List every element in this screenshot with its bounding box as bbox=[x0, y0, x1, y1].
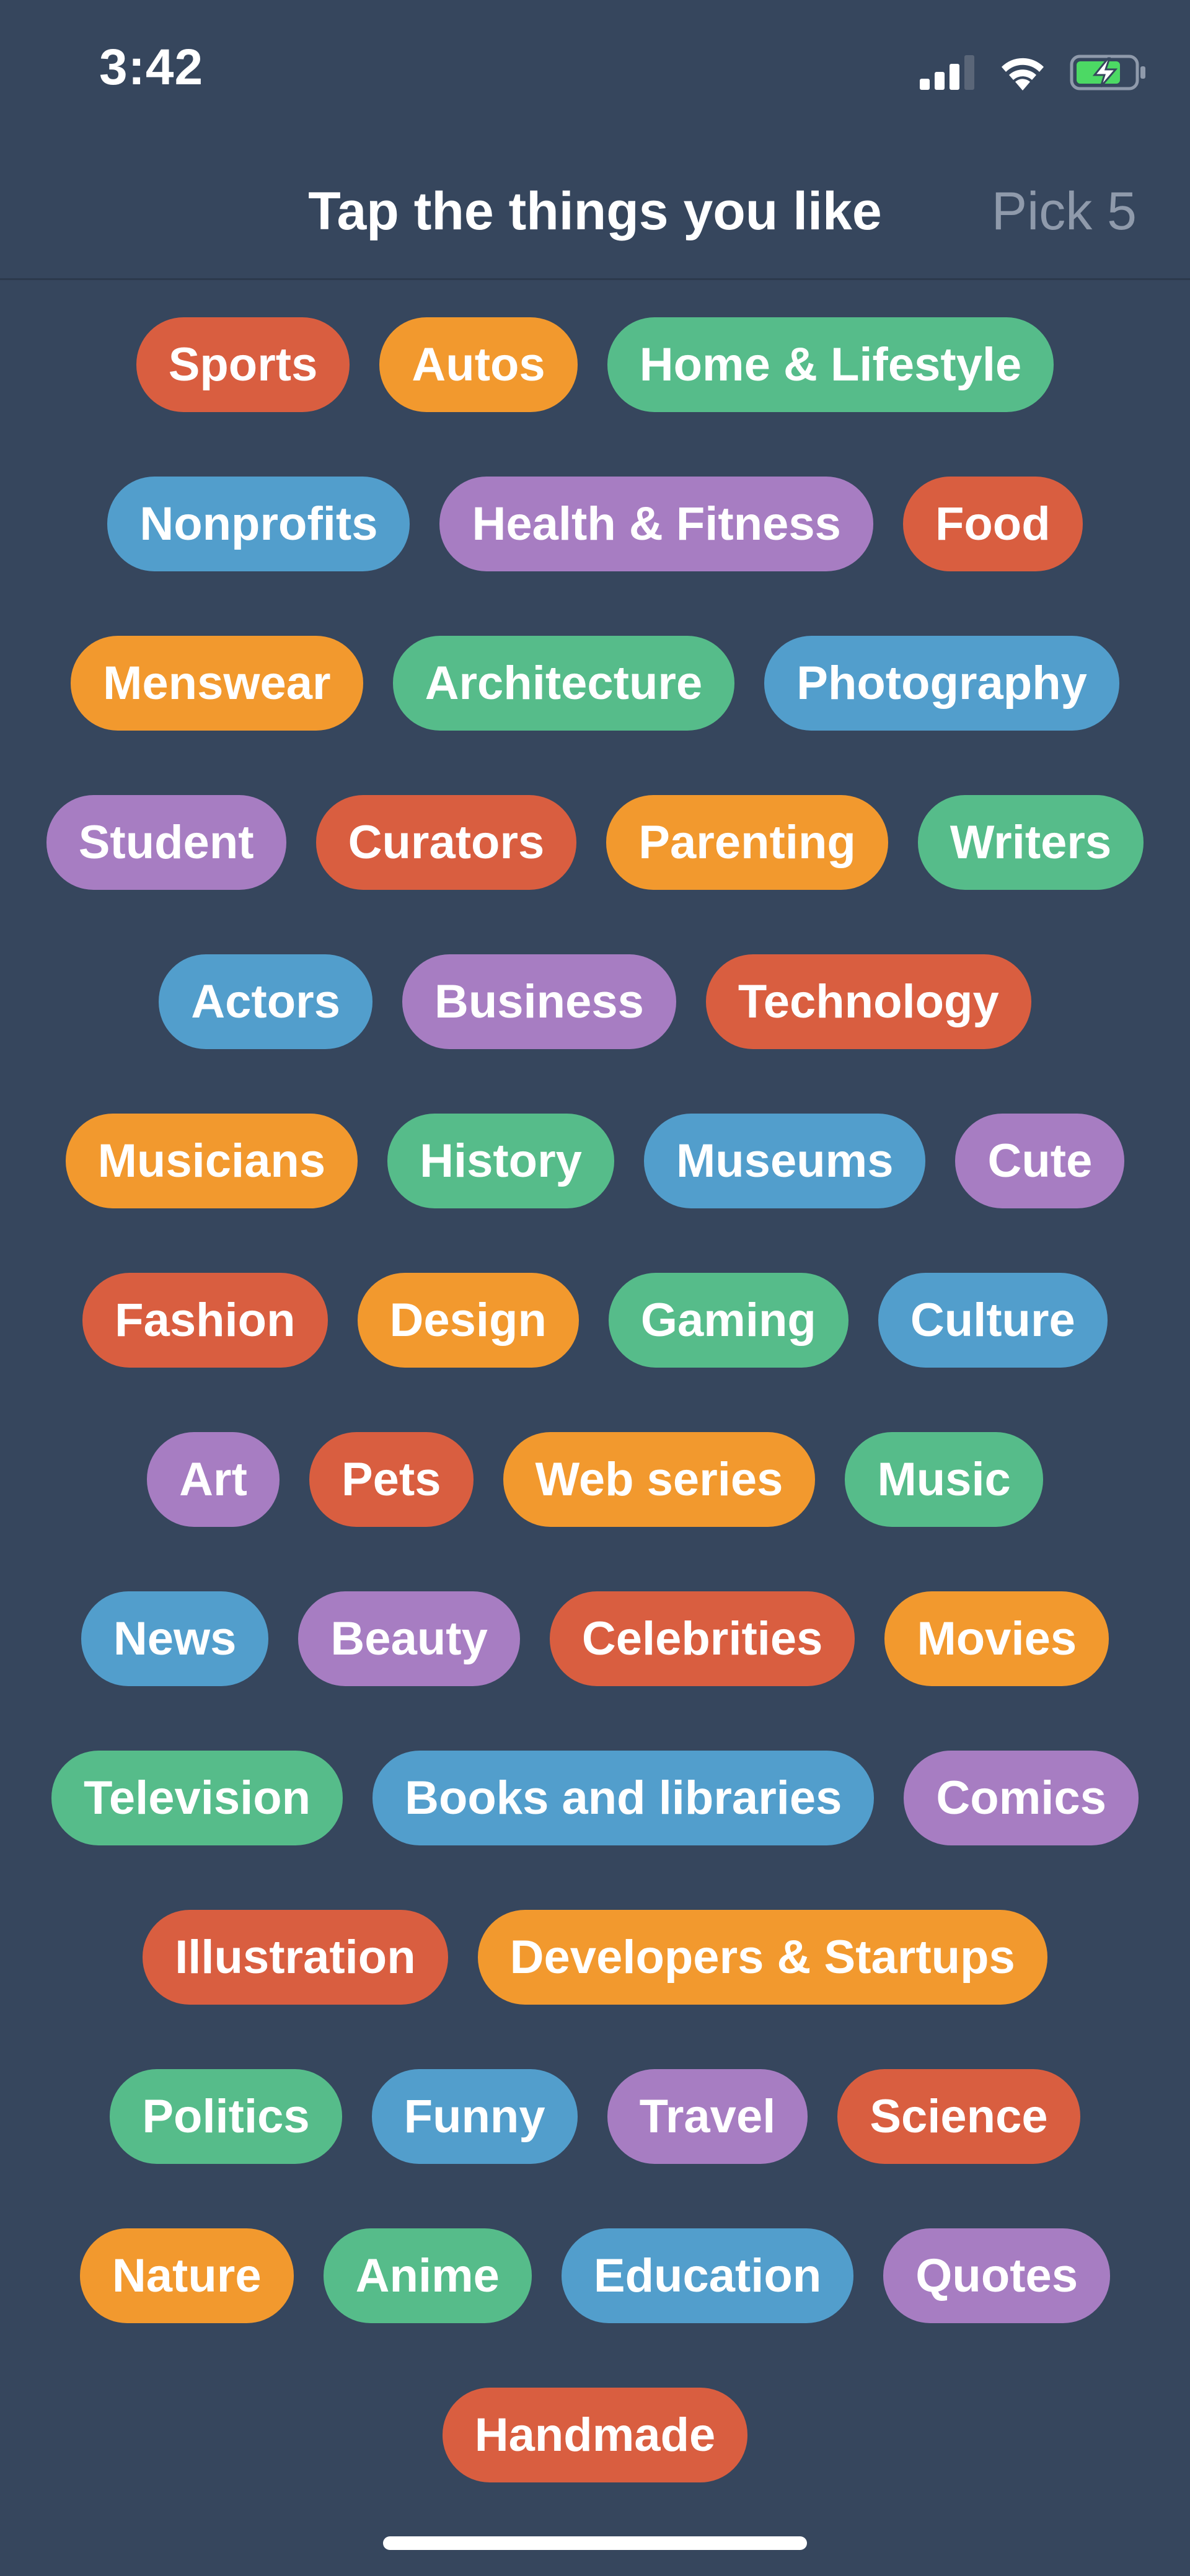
tag-pill[interactable]: Parenting bbox=[606, 795, 888, 890]
tag-pill[interactable]: Architecture bbox=[392, 636, 735, 731]
tag-pill[interactable]: History bbox=[387, 1114, 614, 1208]
tag-pill[interactable]: Movies bbox=[884, 1591, 1109, 1686]
tag-pill[interactable]: Writers bbox=[917, 795, 1144, 890]
tag-pill[interactable]: Handmade bbox=[442, 2388, 748, 2482]
tag-pill[interactable]: Photography bbox=[764, 636, 1119, 731]
status-time: 3:42 bbox=[99, 39, 204, 95]
tag-pill[interactable]: Education bbox=[561, 2228, 854, 2323]
tag-pill[interactable]: Design bbox=[357, 1273, 579, 1368]
tag-pill[interactable]: Nonprofits bbox=[107, 477, 410, 571]
tag-pill[interactable]: Science bbox=[837, 2069, 1080, 2164]
tag-pill[interactable]: Music bbox=[845, 1432, 1043, 1527]
tag-pill[interactable]: Food bbox=[902, 477, 1083, 571]
tag-pill[interactable]: Anime bbox=[323, 2228, 532, 2323]
tag-pill[interactable]: Gaming bbox=[608, 1273, 848, 1368]
tag-pill[interactable]: Curators bbox=[315, 795, 577, 890]
tag-pill[interactable]: Celebrities bbox=[549, 1591, 855, 1686]
tag-pill[interactable]: Books and libraries bbox=[372, 1751, 875, 1845]
home-indicator[interactable] bbox=[383, 2536, 807, 2550]
tag-pill[interactable]: Musicians bbox=[65, 1114, 358, 1208]
status-icons bbox=[920, 53, 1147, 92]
tag-pill[interactable]: Funny bbox=[371, 2069, 578, 2164]
tag-pill[interactable]: Autos bbox=[379, 317, 578, 412]
wifi-icon bbox=[1002, 58, 1044, 90]
tag-pill[interactable]: Web series bbox=[503, 1432, 816, 1527]
tag-pill[interactable]: Health & Fitness bbox=[439, 477, 873, 571]
tag-pill[interactable]: Travel bbox=[607, 2069, 808, 2164]
status-bar: 3:42 bbox=[0, 0, 1190, 143]
pick-count-button[interactable]: Pick 5 bbox=[992, 181, 1137, 242]
tag-pill[interactable]: Fashion bbox=[82, 1273, 328, 1368]
tag-pill[interactable]: Quotes bbox=[883, 2228, 1111, 2323]
tag-pill[interactable]: Menswear bbox=[71, 636, 363, 731]
tag-pill[interactable]: Comics bbox=[904, 1751, 1139, 1845]
tag-pill[interactable]: Nature bbox=[79, 2228, 294, 2323]
tag-pill[interactable]: Museums bbox=[643, 1114, 926, 1208]
tag-pill[interactable]: Technology bbox=[705, 954, 1031, 1049]
tag-pill[interactable]: Developers & Startups bbox=[477, 1910, 1047, 2005]
tag-pill[interactable]: Business bbox=[402, 954, 676, 1049]
tag-pill[interactable]: Culture bbox=[878, 1273, 1108, 1368]
tag-pill[interactable]: Television bbox=[51, 1751, 343, 1845]
tag-cloud: Sports Autos Home & Lifestyle Nonprofits Hea… bbox=[25, 317, 1165, 2482]
tag-pill[interactable]: Illustration bbox=[143, 1910, 448, 2005]
signal-icon bbox=[920, 55, 974, 90]
tag-pill[interactable]: News bbox=[81, 1591, 269, 1686]
tag-pill[interactable]: Cute bbox=[955, 1114, 1125, 1208]
header: Tap the things you like Pick 5 bbox=[0, 143, 1190, 280]
tag-pill[interactable]: Student bbox=[46, 795, 286, 890]
tag-pill[interactable]: Pets bbox=[309, 1432, 474, 1527]
tag-pill[interactable]: Actors bbox=[159, 954, 372, 1049]
tag-pill[interactable]: Sports bbox=[136, 317, 350, 412]
tag-pill[interactable]: Politics bbox=[110, 2069, 342, 2164]
tag-pill[interactable]: Art bbox=[147, 1432, 280, 1527]
tag-pill[interactable]: Home & Lifestyle bbox=[607, 317, 1054, 412]
tag-pill[interactable]: Beauty bbox=[298, 1591, 520, 1686]
battery-charging-icon bbox=[1070, 55, 1145, 90]
